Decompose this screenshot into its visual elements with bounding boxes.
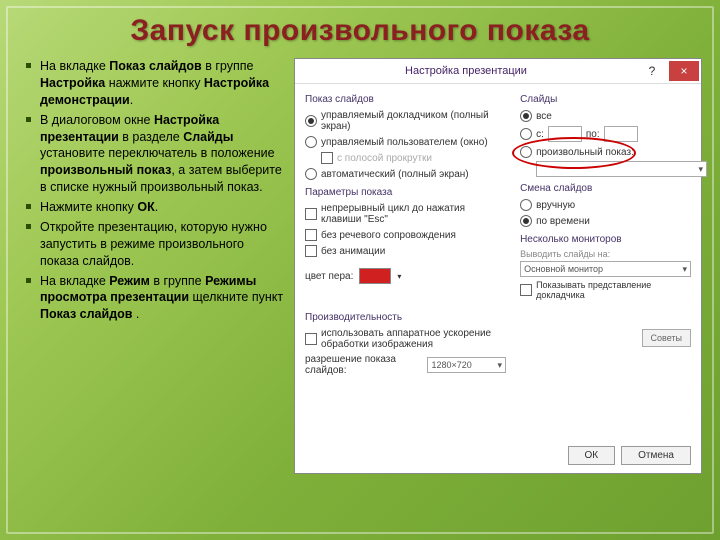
close-button[interactable]: × [669,61,699,81]
radio-all[interactable] [520,110,532,122]
group-monitors: Несколько мониторов [520,234,691,245]
radio-time[interactable] [520,215,532,227]
resolution-label: разрешение показа слайдов: [305,354,421,376]
radio-custom[interactable] [520,146,532,158]
from-input[interactable] [548,126,582,142]
check-nosound[interactable] [305,229,317,241]
monitor-label: Выводить слайды на: [520,249,691,259]
list-item: В диалоговом окне Настройка презентации … [26,112,286,196]
radio-auto[interactable] [305,168,317,180]
list-item: На вкладке Режим в группе Режимы просмот… [26,273,286,324]
group-show: Показ слайдов [305,94,506,105]
cancel-button[interactable]: Отмена [621,446,691,465]
check-loop[interactable] [305,208,317,220]
settings-dialog: Настройка презентации ? × Показ слайдов … [294,58,702,474]
check-hwaccel[interactable] [305,333,317,345]
radio-range[interactable] [520,128,532,140]
group-slides: Слайды [520,94,691,105]
radio-presenter[interactable] [305,115,317,127]
check-noanim[interactable] [305,245,317,257]
group-change: Смена слайдов [520,183,691,194]
pen-color-swatch[interactable] [359,268,391,284]
monitor-select[interactable]: Основной монитор [520,261,691,277]
dialog-title: Настройка презентации [295,65,637,77]
list-item: Откройте презентацию, которую нужно запу… [26,219,286,270]
to-input[interactable] [604,126,638,142]
help-button[interactable]: ? [637,61,667,81]
ok-button[interactable]: ОК [568,446,616,465]
check-presenter-view[interactable] [520,284,532,296]
list-item: На вкладке Показ слайдов в группе Настро… [26,58,286,109]
list-item: Нажмите кнопку ОК. [26,199,286,216]
group-params: Параметры показа [305,187,506,198]
resolution-select[interactable]: 1280×720 [427,357,506,373]
radio-manual[interactable] [520,199,532,211]
custom-show-select[interactable] [536,161,707,177]
group-perf: Производительность [305,312,506,323]
radio-user[interactable] [305,136,317,148]
pen-color-label: цвет пера: [305,271,353,282]
check-scrollbar[interactable] [321,152,333,164]
tips-button[interactable]: Советы [642,329,691,347]
